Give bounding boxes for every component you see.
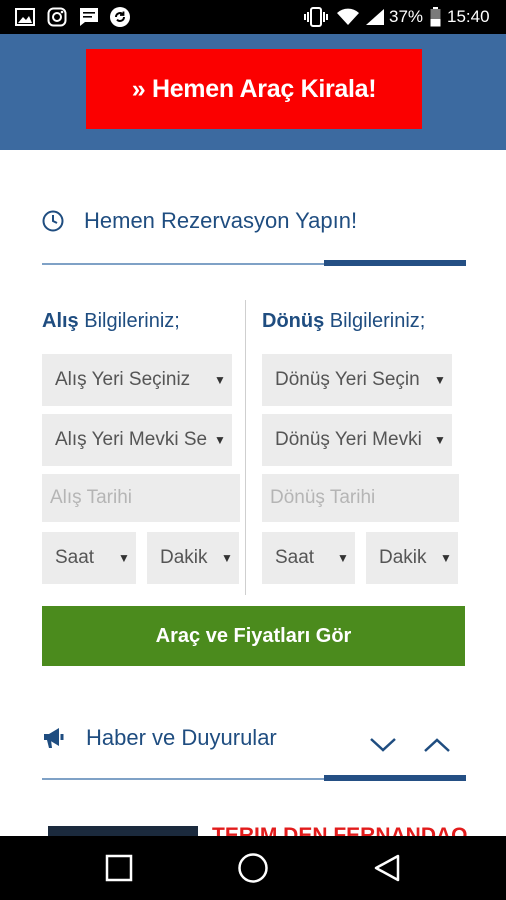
rent-now-button[interactable]: » Hemen Araç Kirala! [86,49,422,129]
gallery-icon [14,7,36,27]
navigation-bar [0,836,506,900]
dropoff-location-select[interactable]: Dönüş Yeri Seçin ▼ [262,354,452,406]
back-icon[interactable] [367,848,407,888]
instagram-icon [46,7,68,27]
dropdown-caret-icon: ▼ [214,373,226,387]
dropdown-caret-icon: ▼ [434,433,446,447]
news-title: Haber ve Duyurular [86,725,277,750]
news-thumbnail[interactable] [48,826,198,836]
pickup-title: Alış Bilgileriniz; [42,310,180,332]
message-icon [78,7,100,27]
pickup-location-select[interactable]: Alış Yeri Seçiniz ▼ [42,354,232,406]
news-heading: Haber ve Duyurular [42,722,466,754]
reservation-title: Hemen Rezervasyon Yapın! [84,208,358,233]
dropoff-place-select[interactable]: Dönüş Yeri Mevki ▼ [262,414,452,466]
clock: 15:40 [447,7,490,26]
pickup-hour-select[interactable]: Saat ▼ [42,532,136,584]
battery-percent: 37% [389,7,424,26]
megaphone-icon [42,726,66,750]
pickup-place-select[interactable]: Alış Yeri Mevki Se ▼ [42,414,232,466]
vibrate-icon [304,7,328,27]
news-rule-accent [324,775,466,781]
dropdown-caret-icon: ▼ [221,551,233,565]
news-headline[interactable]: TERİM DEN FERNANDAO [212,826,472,836]
pickup-date-input[interactable]: Alış Tarihi [42,474,240,522]
chevron-up-icon[interactable] [422,735,452,755]
pickup-minute-select[interactable]: Dakik ▼ [147,532,239,584]
status-bar: 37% 15:40 [0,0,506,34]
dropoff-hour-select[interactable]: Saat ▼ [262,532,355,584]
signal-icon [364,7,386,27]
news-rule [42,775,466,781]
recent-apps-icon[interactable] [99,848,139,888]
clock-icon [42,210,64,232]
reservation-rule [42,260,466,266]
reservation-rule-accent [324,260,466,266]
sync-icon [108,7,132,27]
reservation-heading: Hemen Rezervasyon Yapın! [42,206,466,236]
dropoff-title: Dönüş Bilgileriniz; [262,310,426,332]
home-icon[interactable] [233,848,273,888]
dropdown-caret-icon: ▼ [434,373,446,387]
dropdown-caret-icon: ▼ [214,433,226,447]
chevron-down-icon[interactable] [368,735,398,755]
dropoff-minute-select[interactable]: Dakik ▼ [366,532,458,584]
battery-icon [429,7,441,27]
dropoff-date-input[interactable]: Dönüş Tarihi [262,474,459,522]
dropdown-caret-icon: ▼ [337,551,349,565]
dropdown-caret-icon: ▼ [118,551,130,565]
view-cars-prices-button[interactable]: Araç ve Fiyatları Gör [42,606,465,666]
dropdown-caret-icon: ▼ [440,551,452,565]
column-divider [245,300,246,595]
wifi-icon [336,7,360,27]
